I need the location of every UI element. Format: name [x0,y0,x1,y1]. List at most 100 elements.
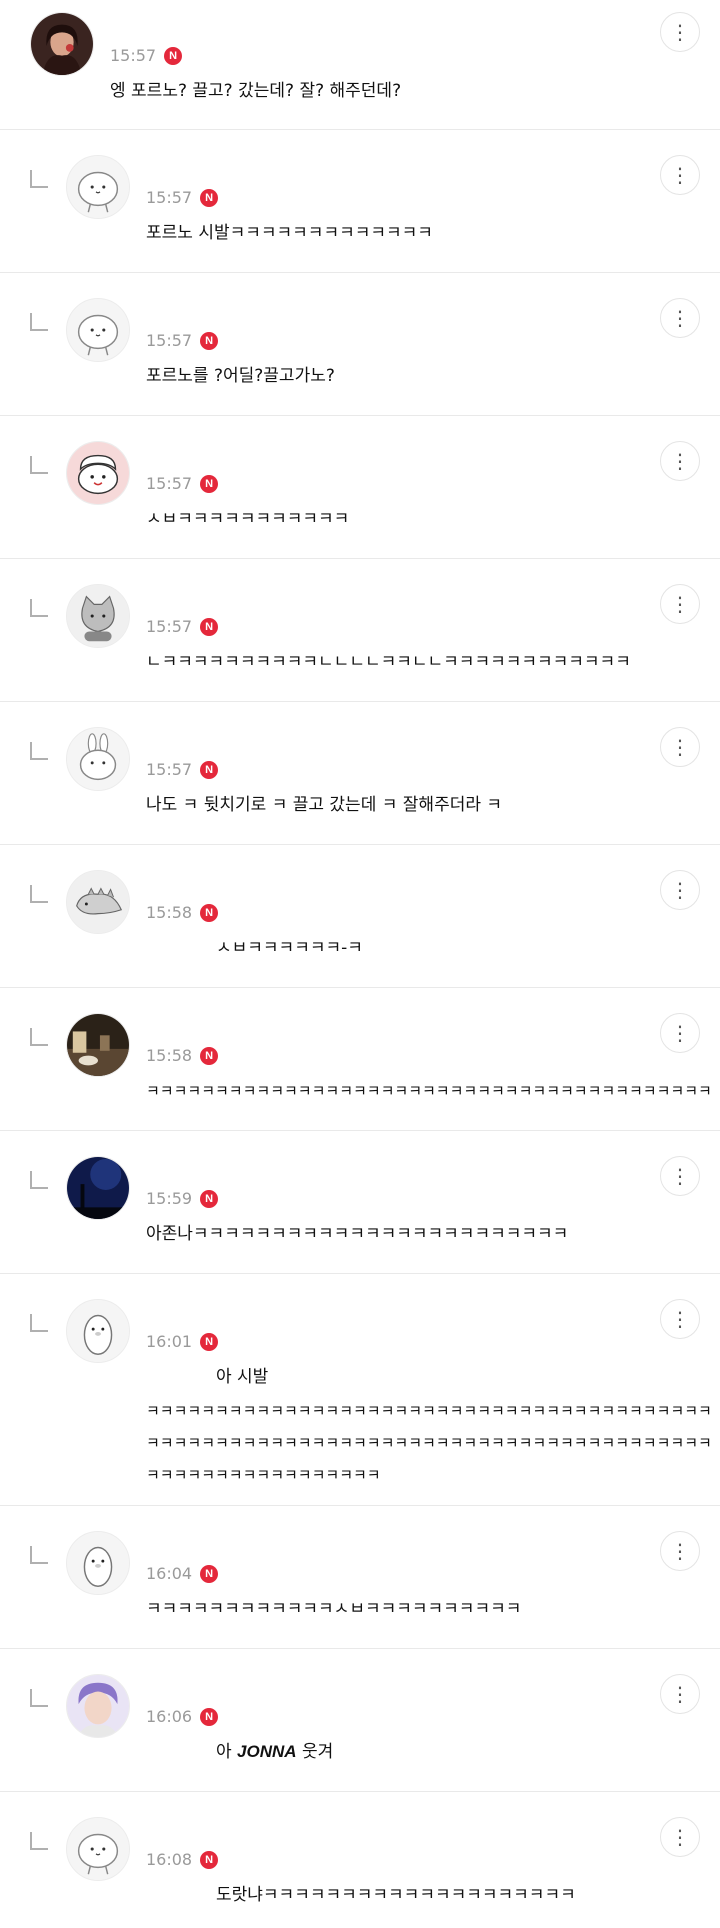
reply-arrow-icon [30,1171,48,1189]
new-badge: N [200,760,219,779]
reply-item: 16:08 N 도랏냐ㅋㅋㅋㅋㅋㅋㅋㅋㅋㅋㅋㅋㅋㅋㅋㅋㅋㅋㅋㅋ ⋮ [0,1792,720,1928]
reply-item: 16:01 N 아 시발 ㅋㅋㅋㅋㅋㅋㅋㅋㅋㅋㅋㅋㅋㅋㅋㅋㅋㅋㅋㅋㅋㅋㅋㅋㅋㅋㅋ… [0,1274,720,1506]
room-photo-avatar-icon [67,1014,129,1076]
blob-avatar-icon [67,156,129,218]
user-avatar[interactable] [66,155,130,219]
more-vertical-icon: ⋮ [670,1021,690,1045]
new-badge: N [200,1564,219,1583]
more-options-button[interactable]: ⋮ [660,1013,700,1053]
reply-arrow-icon [30,313,48,331]
reply-arrow-icon [30,742,48,760]
user-avatar[interactable] [66,1531,130,1595]
comment-text: ㅅㅂㅋㅋㅋㅋㅋㅋㅋㅋㅋㅋㅋ [146,509,350,529]
more-vertical-icon: ⋮ [670,1682,690,1706]
comment-text: 엥 포르노? 끌고? 갔는데? 잘? 해주던데? [110,81,402,101]
new-badge: N [200,188,219,207]
cat-avatar-icon [67,585,129,647]
user-avatar[interactable] [66,441,130,505]
comment-text: 아 JONNA 웃겨 [216,1735,333,1769]
reply-item: 15:57 N ㅅㅂㅋㅋㅋㅋㅋㅋㅋㅋㅋㅋㅋ ⋮ [0,416,720,559]
blob-avatar-icon [67,299,129,361]
night-sky-avatar-icon [67,1157,129,1219]
more-options-button[interactable]: ⋮ [660,727,700,767]
comment-time: 16:08 [146,1850,193,1869]
user-avatar[interactable] [66,1674,130,1738]
reply-item: 15:57 N 나도 ㅋ 뒷치기로 ㅋ 끌고 갔는데 ㅋ 잘해주더라 ㅋ ⋮ [0,702,720,845]
comment-time: 16:01 [146,1332,193,1351]
comment-text: 포르노를 ?어딜?끌고가노? [146,366,335,386]
more-options-button[interactable]: ⋮ [660,12,700,52]
comment-time: 15:57 [110,46,157,65]
comment-text-line: ㅋㅋㅋㅋㅋㅋㅋㅋㅋㅋㅋㅋㅋㅋㅋㅋㅋㅋㅋㅋㅋㅋㅋㅋㅋㅋㅋㅋㅋㅋㅋㅋㅋㅋㅋㅋㅋㅋㅋㅋ… [146,1402,712,1420]
more-vertical-icon: ⋮ [670,1825,690,1849]
user-avatar[interactable] [66,1817,130,1881]
more-options-button[interactable]: ⋮ [660,1817,700,1857]
reply-item: 15:57 N 포르노를 ?어딜?끌고가노? ⋮ [0,273,720,416]
comment-text-prefix: 아 [216,1742,238,1762]
user-avatar[interactable] [66,584,130,648]
user-avatar[interactable] [66,1013,130,1077]
reply-arrow-icon [30,1832,48,1850]
more-vertical-icon: ⋮ [670,20,690,44]
more-options-button[interactable]: ⋮ [660,1531,700,1571]
comment-text-line: ㅋㅋㅋㅋㅋㅋㅋㅋㅋㅋㅋㅋㅋㅋㅋㅋㅋㅋㅋㅋㅋㅋㅋㅋㅋㅋㅋㅋㅋㅋㅋㅋㅋㅋㅋㅋㅋㅋㅋㅋ… [146,1434,712,1452]
more-options-button[interactable]: ⋮ [660,1674,700,1714]
comment-text: 아 시발 [216,1367,269,1387]
comment-text: 나도 ㅋ 뒷치기로 ㅋ 끌고 갔는데 ㅋ 잘해주더라 ㅋ [146,795,503,815]
comment-time: 15:57 [146,760,193,779]
new-badge: N [200,1332,219,1351]
new-badge: N [200,1707,219,1726]
new-badge: N [200,1189,219,1208]
more-vertical-icon: ⋮ [670,735,690,759]
more-options-button[interactable]: ⋮ [660,1156,700,1196]
user-avatar[interactable] [66,1156,130,1220]
new-badge: N [200,1046,219,1065]
comment-text: ㄴㅋㅋㅋㅋㅋㅋㅋㅋㅋㅋㄴㄴㄴㄴㅋㅋㄴㄴㅋㅋㅋㅋㅋㅋㅋㅋㅋㅋㅋㅋ [146,652,631,672]
user-avatar[interactable] [66,727,130,791]
penguin-avatar-icon [67,1532,129,1594]
reply-item: 15:59 N 아존나ㅋㅋㅋㅋㅋㅋㅋㅋㅋㅋㅋㅋㅋㅋㅋㅋㅋㅋㅋㅋㅋㅋㅋㅋ ⋮ [0,1131,720,1274]
comment-item: 15:57 N 엥 포르노? 끌고? 갔는데? 잘? 해주던데? ⋮ [0,0,720,130]
comment-text-line: ㅋㅋㅋㅋㅋㅋㅋㅋㅋㅋㅋㅋㅋㅋㅋㅋㅋ [146,1466,381,1484]
user-avatar[interactable] [66,1299,130,1363]
more-vertical-icon: ⋮ [670,306,690,330]
comment-text: 포르노 시발ㅋㅋㅋㅋㅋㅋㅋㅋㅋㅋㅋㅋㅋ [146,223,433,243]
comment-text: 아존나ㅋㅋㅋㅋㅋㅋㅋㅋㅋㅋㅋㅋㅋㅋㅋㅋㅋㅋㅋㅋㅋㅋㅋㅋ [146,1224,569,1244]
more-options-button[interactable]: ⋮ [660,1299,700,1339]
user-avatar[interactable] [30,12,94,76]
new-badge: N [164,46,183,65]
penguin-avatar-icon [67,1300,129,1362]
comment-text: ㅋㅋㅋㅋㅋㅋㅋㅋㅋㅋㅋㅋㅋㅋㅋㅋㅋㅋㅋㅋㅋㅋㅋㅋㅋㅋㅋㅋㅋㅋㅋㅋㅋㅋㅋㅋㅋㅋㅋㅋ… [146,1082,712,1100]
photo-avatar-icon [31,13,93,75]
new-badge: N [200,617,219,636]
user-avatar[interactable] [66,870,130,934]
more-vertical-icon: ⋮ [670,163,690,187]
comment-time: 15:59 [146,1189,193,1208]
more-vertical-icon: ⋮ [670,1307,690,1331]
reply-item: 15:57 N 포르노 시발ㅋㅋㅋㅋㅋㅋㅋㅋㅋㅋㅋㅋㅋ ⋮ [0,130,720,273]
reply-item: 15:58 N ㅋㅋㅋㅋㅋㅋㅋㅋㅋㅋㅋㅋㅋㅋㅋㅋㅋㅋㅋㅋㅋㅋㅋㅋㅋㅋㅋㅋㅋㅋㅋㅋ… [0,988,720,1131]
blob-avatar-icon [67,1818,129,1880]
comment-time: 15:58 [146,903,193,922]
reply-arrow-icon [30,456,48,474]
comment-text: 도랏냐ㅋㅋㅋㅋㅋㅋㅋㅋㅋㅋㅋㅋㅋㅋㅋㅋㅋㅋㅋㅋ [216,1885,576,1905]
new-badge: N [200,331,219,350]
comment-time: 16:06 [146,1707,193,1726]
more-vertical-icon: ⋮ [670,592,690,616]
reply-item: 15:58 N ㅅㅂㅋㅋㅋㅋㅋㅋ-ㅋ ⋮ [0,845,720,988]
user-avatar[interactable] [66,298,130,362]
more-vertical-icon: ⋮ [670,449,690,473]
comment-time: 15:57 [146,617,193,636]
more-options-button[interactable]: ⋮ [660,155,700,195]
more-options-button[interactable]: ⋮ [660,870,700,910]
more-options-button[interactable]: ⋮ [660,298,700,338]
comment-time: 16:04 [146,1564,193,1583]
comment-text: ㅋㅋㅋㅋㅋㅋㅋㅋㅋㅋㅋㅋㅅㅂㅋㅋㅋㅋㅋㅋㅋㅋㅋㅋ [146,1599,522,1619]
reply-arrow-icon [30,1546,48,1564]
more-options-button[interactable]: ⋮ [660,584,700,624]
more-options-button[interactable]: ⋮ [660,441,700,481]
reply-item: 15:57 N ㄴㅋㅋㅋㅋㅋㅋㅋㅋㅋㅋㄴㄴㄴㄴㅋㅋㄴㄴㅋㅋㅋㅋㅋㅋㅋㅋㅋㅋㅋㅋ … [0,559,720,702]
comment-text-bold: JONNA [237,1742,297,1761]
reply-arrow-icon [30,1314,48,1332]
reply-arrow-icon [30,1689,48,1707]
